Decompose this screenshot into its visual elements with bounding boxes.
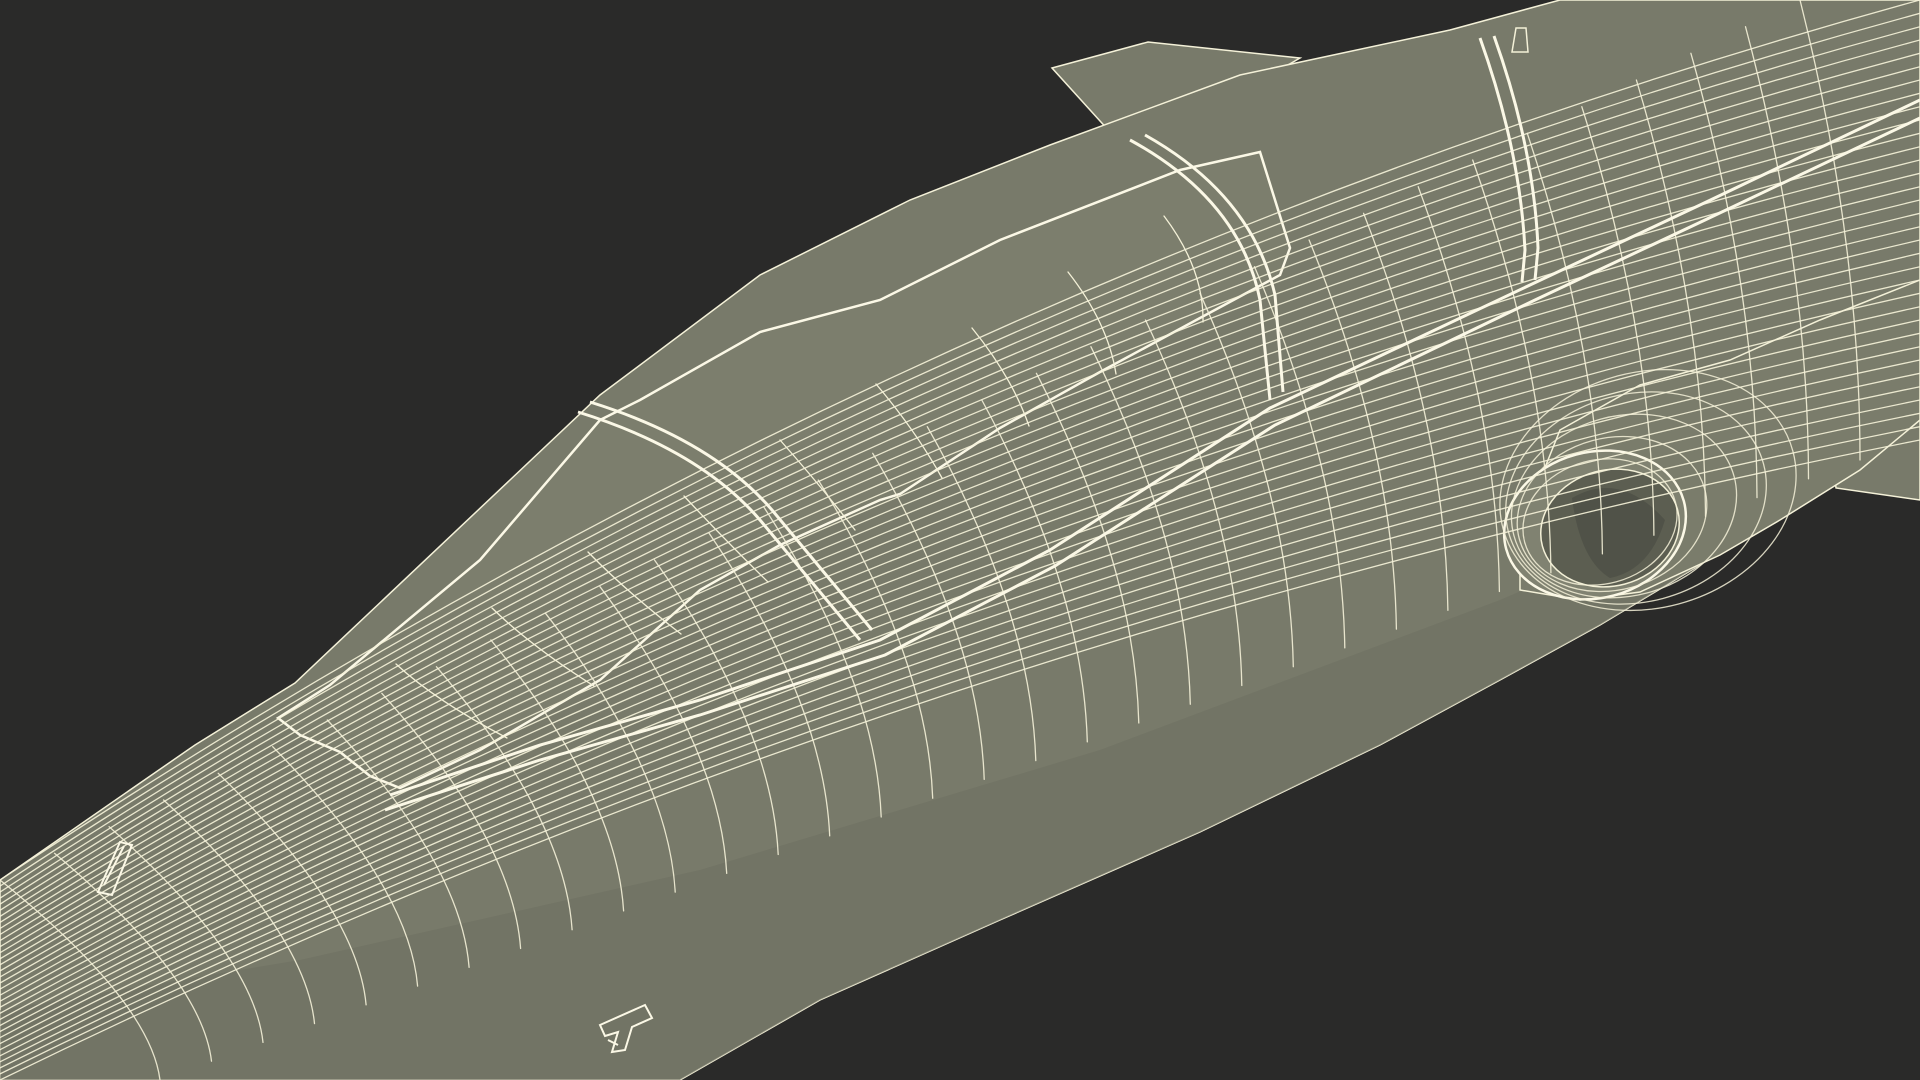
wireframe-viewport [0,0,1920,1080]
wireframe-render [0,0,1920,1080]
